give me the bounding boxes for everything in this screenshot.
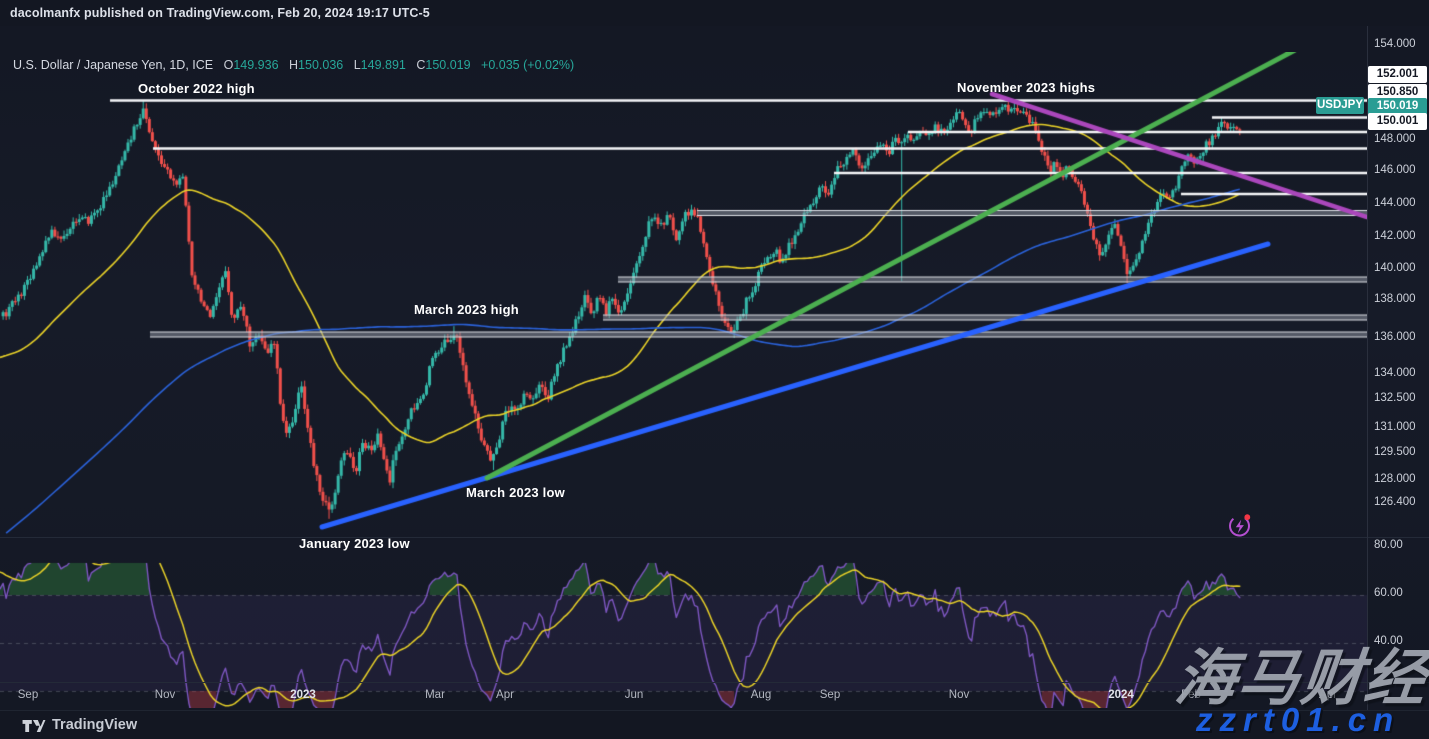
close-value: 150.019 — [425, 58, 470, 72]
price-axis-tick: 154.000 — [1374, 38, 1416, 50]
time-axis-label: Aug — [751, 689, 771, 701]
price-axis-tick: 132.500 — [1374, 392, 1416, 404]
time-axis-label: Nov — [155, 689, 175, 701]
price-axis-tick: 148.000 — [1374, 133, 1416, 145]
price-axis-tick: 146.000 — [1374, 164, 1416, 176]
price-axis-tick: 142.000 — [1374, 230, 1416, 242]
price-axis-tick: 80.00 — [1374, 539, 1403, 551]
price-axis-tick: 131.000 — [1374, 421, 1416, 433]
low-label: L — [354, 58, 361, 72]
tradingview-chart-screenshot: dacolmanfx published on TradingView.com,… — [0, 0, 1429, 739]
price-axis-tick: 144.000 — [1374, 197, 1416, 209]
chart-area[interactable]: U.S. Dollar / Japanese Yen, 1D, ICE O149… — [0, 26, 1429, 710]
chart-annotation-text[interactable]: January 2023 low — [299, 536, 410, 551]
price-axis-tick: 126.400 — [1374, 496, 1416, 508]
chart-annotation-text[interactable]: October 2022 high — [138, 81, 255, 96]
tradingview-wordmark[interactable]: TradingView — [52, 717, 137, 733]
time-axis-label: Apr — [496, 689, 514, 701]
pane-separator[interactable] — [0, 537, 1429, 538]
price-level-badge: 152.001 — [1368, 66, 1427, 83]
time-axis-label: Nov — [949, 689, 969, 701]
time-axis-label: Sep — [18, 689, 38, 701]
price-axis-tick: 134.000 — [1374, 367, 1416, 379]
high-label: H — [289, 58, 298, 72]
price-axis-tick: 138.000 — [1374, 293, 1416, 305]
time-axis-label: 2024 — [1108, 689, 1134, 701]
open-label: O — [224, 58, 234, 72]
lightning-bolt-icon — [1236, 520, 1244, 534]
open-value: 149.936 — [233, 58, 278, 72]
change-value: +0.035 (+0.02%) — [481, 58, 574, 72]
tradingview-logo-icon[interactable] — [22, 718, 46, 734]
publish-text: dacolmanfx published on TradingView.com,… — [10, 6, 430, 20]
watermark-site-url: zzrt01.cn — [1196, 701, 1400, 739]
price-axis-tick: 136.000 — [1374, 331, 1416, 343]
price-level-badge: 150.001 — [1368, 113, 1427, 130]
symbol-header: U.S. Dollar / Japanese Yen, 1D, ICE O149… — [13, 58, 574, 72]
price-axis-border — [1367, 26, 1368, 710]
time-axis-label: 2023 — [290, 689, 316, 701]
flash-idea-icon[interactable] — [1227, 511, 1253, 539]
chart-annotation-text[interactable]: March 2023 high — [414, 302, 519, 317]
time-axis-label: Sep — [820, 689, 840, 701]
high-value: 150.036 — [298, 58, 343, 72]
price-axis-tick: 60.00 — [1374, 587, 1403, 599]
publish-bar: dacolmanfx published on TradingView.com,… — [0, 0, 1429, 26]
notification-dot — [1244, 514, 1250, 520]
price-axis-tick: 129.500 — [1374, 446, 1416, 458]
time-axis-label: Mar — [425, 689, 445, 701]
time-axis[interactable]: SepNov2023MarAprJunAugSepNov2024FebApr — [0, 682, 1367, 710]
price-axis-tick: 128.000 — [1374, 473, 1416, 485]
price-axis[interactable]: 154.000 148.000 146.000 144.000 142.000 140.0… — [1367, 26, 1429, 710]
symbol-price-badge: USDJPY — [1316, 97, 1364, 114]
price-chart-canvas[interactable] — [0, 52, 1367, 708]
price-axis-tick: 140.000 — [1374, 262, 1416, 274]
chart-annotation-text[interactable]: November 2023 highs — [957, 80, 1095, 95]
time-axis-label: Jun — [625, 689, 644, 701]
chart-annotation-text[interactable]: March 2023 low — [466, 485, 565, 500]
symbol-title[interactable]: U.S. Dollar / Japanese Yen, 1D, ICE — [13, 58, 213, 72]
low-value: 149.891 — [361, 58, 406, 72]
